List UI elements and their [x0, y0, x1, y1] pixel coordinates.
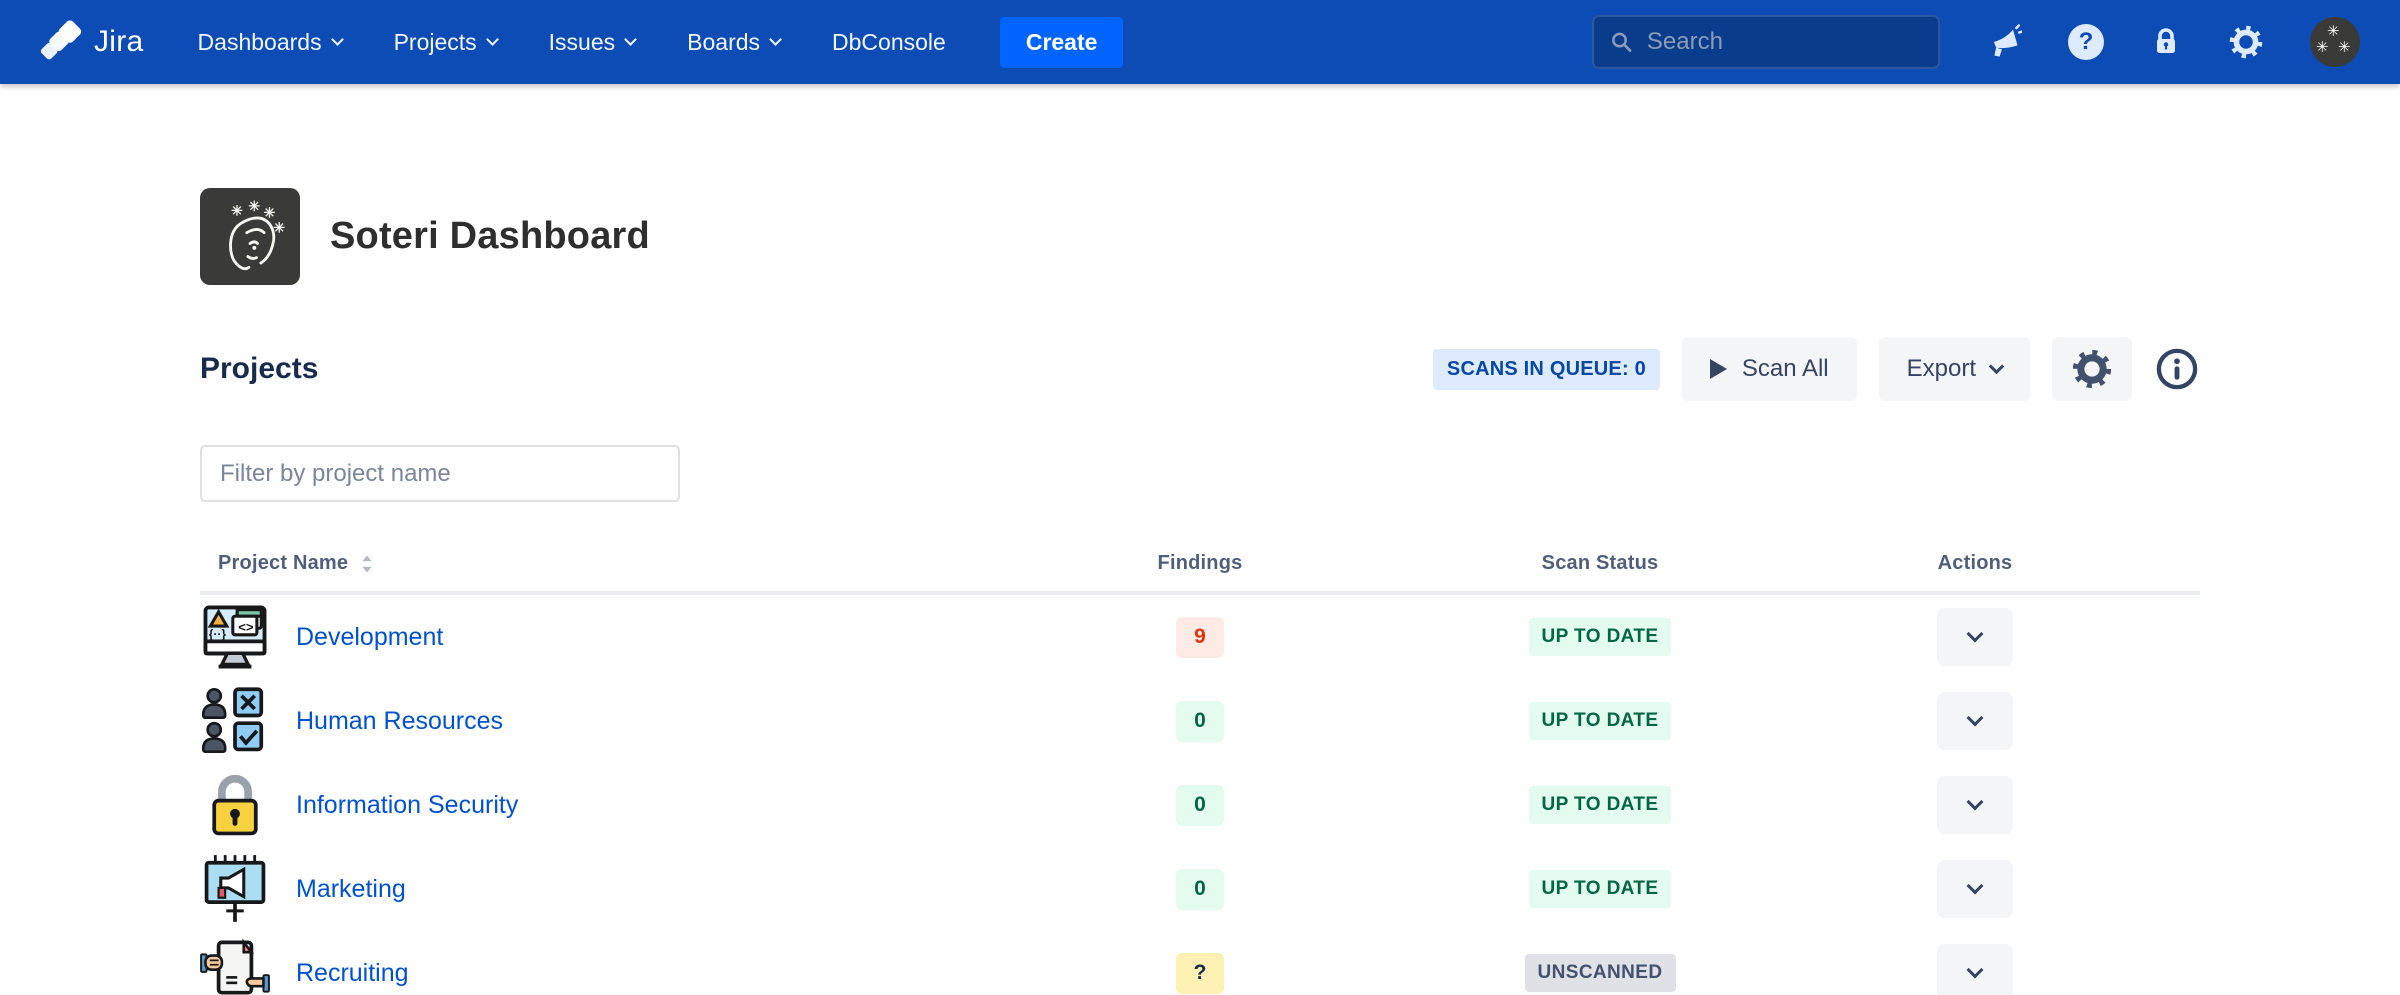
search-input[interactable] [1647, 28, 1922, 56]
jira-home-link[interactable]: Jira [40, 20, 144, 64]
lock-icon [2150, 25, 2182, 59]
brand-label: Jira [94, 25, 144, 59]
app-header: ✳ ✳ ✳ ✳ Soteri Dashboard [200, 188, 2200, 285]
info-button[interactable] [2154, 346, 2200, 392]
nav-menu: Dashboards Projects Issues Boards DbCons… [198, 29, 946, 56]
search-icon [1610, 29, 1633, 55]
development-icon: <> {··} [200, 602, 270, 672]
chevron-down-icon [1967, 878, 1984, 895]
table-row: Marketing 0 UP TO DATE [200, 847, 2200, 931]
create-button[interactable]: Create [1000, 17, 1124, 68]
chevron-down-icon [1967, 626, 1984, 643]
projects-table: Project Name Findings Scan Status Action… [200, 552, 2200, 995]
project-link[interactable]: Development [296, 623, 443, 652]
page-title: Soteri Dashboard [330, 215, 650, 258]
play-icon [1710, 359, 1727, 379]
project-link[interactable]: Human Resources [296, 707, 503, 736]
projects-heading: Projects [200, 352, 318, 386]
scan-status-badge: UNSCANNED [1525, 954, 1676, 992]
announcements-button[interactable] [1986, 24, 2022, 60]
recruiting-icon [200, 938, 270, 995]
svg-text:✳: ✳ [273, 219, 285, 235]
row-actions-button[interactable] [1937, 944, 2013, 995]
soteri-logo-icon: ✳ ✳ ✳ ✳ [200, 188, 300, 285]
svg-text:<>: <> [238, 620, 254, 635]
nav-item-dashboards[interactable]: Dashboards [198, 29, 342, 56]
column-header-actions: Actions [1750, 552, 2200, 575]
table-row: Recruiting ? UNSCANNED [200, 931, 2200, 995]
findings-badge[interactable]: 9 [1176, 617, 1224, 658]
table-row: <> {··} Development 9 UP TO DATE [200, 595, 2200, 679]
nav-item-boards[interactable]: Boards [687, 29, 780, 56]
table-header-row: Project Name Findings Scan Status Action… [200, 552, 2200, 595]
svg-text:✳: ✳ [264, 204, 276, 220]
gear-icon [2071, 348, 2113, 390]
scan-all-button[interactable]: Scan All [1682, 337, 1857, 401]
scans-in-queue-badge: SCANS IN QUEUE: 0 [1433, 349, 1660, 390]
chevron-down-icon [1967, 962, 1984, 979]
chevron-down-icon [331, 33, 344, 46]
svg-text:{··}: {··} [209, 627, 227, 641]
table-row: Information Security 0 UP TO DATE [200, 763, 2200, 847]
column-header-findings: Findings [950, 552, 1450, 575]
nav-item-projects[interactable]: Projects [394, 29, 497, 56]
megaphone-icon [1986, 24, 2022, 60]
avatar: ✳ ✳ ✳ [2310, 17, 2360, 67]
row-actions-button[interactable] [1937, 776, 2013, 834]
svg-text:✳: ✳ [231, 202, 243, 218]
project-filter-input[interactable] [200, 445, 680, 502]
row-actions-button[interactable] [1937, 860, 2013, 918]
project-link[interactable]: Marketing [296, 875, 406, 904]
table-body: <> {··} Development 9 UP TO DATE [200, 595, 2200, 995]
svg-text:✳: ✳ [248, 198, 260, 214]
row-actions-button[interactable] [1937, 608, 2013, 666]
chevron-down-icon [769, 33, 782, 46]
help-button[interactable]: ? [2068, 24, 2104, 60]
chevron-down-icon [1967, 794, 1984, 811]
export-button[interactable]: Export [1879, 337, 2030, 401]
projects-section-header: Projects SCANS IN QUEUE: 0 Scan All Expo… [200, 337, 2200, 401]
column-header-scan-status: Scan Status [1450, 552, 1750, 575]
project-link[interactable]: Information Security [296, 791, 518, 820]
top-nav: Jira Dashboards Projects Issues Boards D… [0, 0, 2400, 84]
help-icon: ? [2068, 24, 2104, 60]
nav-search [1592, 15, 1940, 69]
admin-lock-button[interactable] [2150, 25, 2182, 59]
jira-logo-icon [40, 20, 84, 64]
nav-item-dbconsole[interactable]: DbConsole [832, 29, 946, 56]
table-row: Human Resources 0 UP TO DATE [200, 679, 2200, 763]
findings-badge[interactable]: 0 [1176, 869, 1224, 910]
findings-badge[interactable]: 0 [1176, 785, 1224, 826]
nav-item-issues[interactable]: Issues [549, 29, 635, 56]
findings-badge[interactable]: ? [1176, 953, 1224, 994]
scan-status-badge: UP TO DATE [1529, 786, 1672, 824]
project-link[interactable]: Recruiting [296, 959, 409, 988]
column-header-project-name[interactable]: Project Name [200, 552, 950, 575]
dashboard-settings-button[interactable] [2052, 337, 2132, 401]
nav-right-group: ? ✳ ✳ ✳ [1592, 15, 2360, 69]
scan-status-badge: UP TO DATE [1529, 870, 1672, 908]
findings-badge[interactable]: 0 [1176, 701, 1224, 742]
scan-status-badge: UP TO DATE [1529, 618, 1672, 656]
sort-icon [360, 554, 374, 574]
marketing-icon [200, 854, 270, 924]
settings-button[interactable] [2228, 24, 2264, 60]
user-avatar-button[interactable]: ✳ ✳ ✳ [2310, 17, 2360, 67]
chevron-down-icon [624, 33, 637, 46]
human-resources-icon [200, 686, 270, 756]
info-icon [2154, 346, 2200, 392]
row-actions-button[interactable] [1937, 692, 2013, 750]
main-content: ✳ ✳ ✳ ✳ Soteri Dashboard Projects SCANS … [0, 188, 2400, 995]
scan-status-badge: UP TO DATE [1529, 702, 1672, 740]
information-security-icon [200, 770, 270, 840]
section-controls: SCANS IN QUEUE: 0 Scan All Export [1433, 337, 2200, 401]
gear-icon [2228, 24, 2264, 60]
chevron-down-icon [1967, 710, 1984, 727]
chevron-down-icon [1989, 358, 2005, 374]
chevron-down-icon [486, 33, 499, 46]
